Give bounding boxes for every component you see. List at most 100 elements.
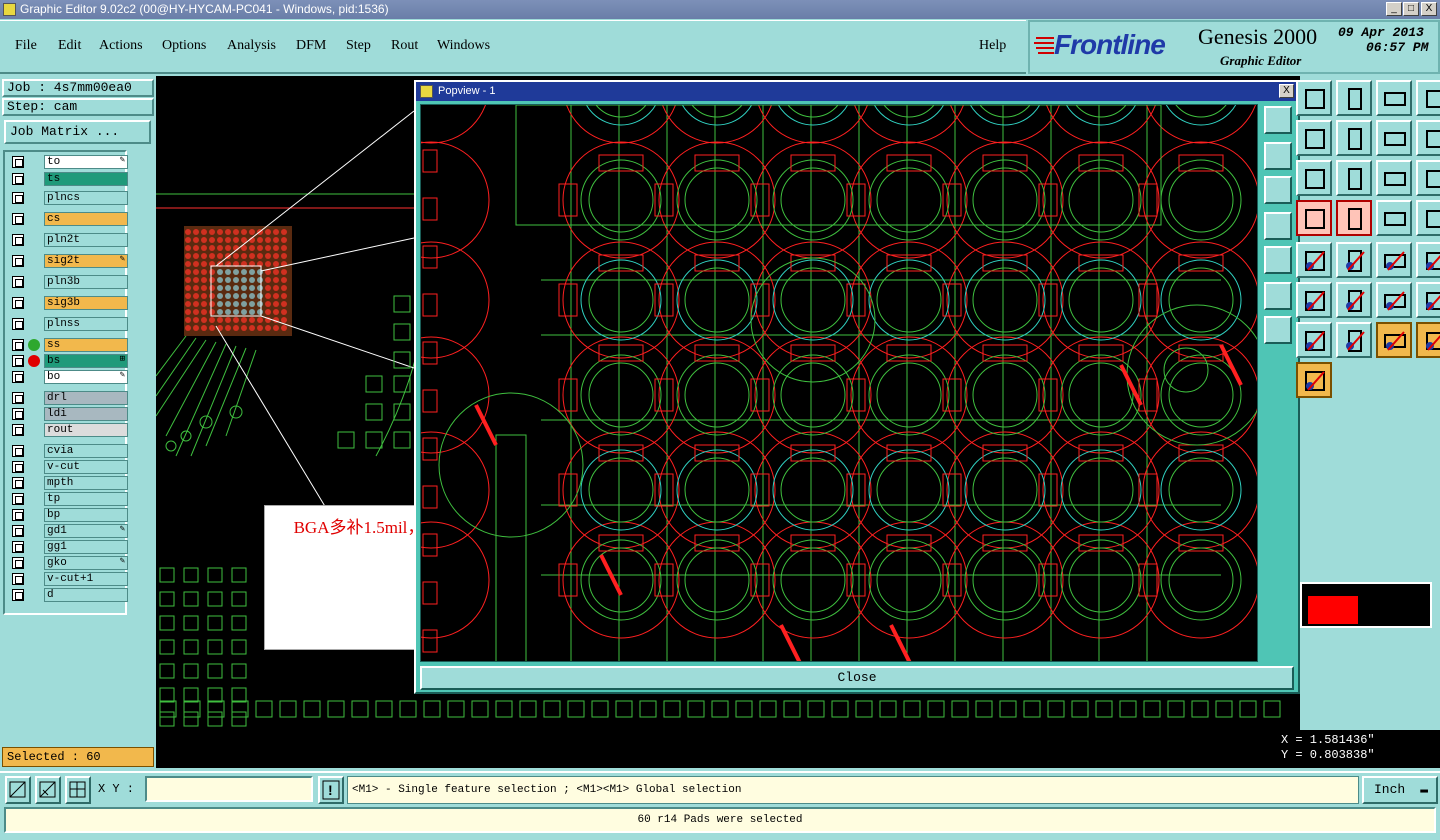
layer-checkbox[interactable] [12, 445, 24, 457]
layer-row-plnss[interactable]: plnss [9, 317, 128, 331]
net-icon[interactable] [1296, 362, 1332, 398]
minimize-button[interactable]: _ [1386, 2, 1402, 16]
layer-checkbox[interactable] [12, 297, 24, 309]
popview-fit-icon[interactable] [1264, 282, 1292, 310]
xy-input[interactable] [145, 776, 313, 802]
layer-name[interactable]: bp [44, 508, 128, 522]
layer-name[interactable]: plnss [44, 317, 128, 331]
layer-name[interactable]: gko [44, 556, 128, 570]
layer-name[interactable]: drl [44, 391, 128, 405]
layer-checkbox[interactable] [12, 573, 24, 585]
layer-checkbox[interactable] [12, 557, 24, 569]
layer-row-gg1[interactable]: gg1 [9, 540, 128, 554]
pad-icon[interactable] [1416, 200, 1440, 236]
popview-zoom-icon[interactable] [1264, 106, 1292, 134]
layer-checkbox[interactable] [12, 355, 24, 367]
layer-checkbox[interactable] [12, 589, 24, 601]
menu-analysis[interactable]: Analysis [227, 38, 276, 54]
measure-icon[interactable] [35, 776, 61, 804]
transfer-icon[interactable] [1336, 120, 1372, 156]
layer-row-tp[interactable]: tp [9, 492, 128, 506]
layer-name[interactable]: pln3b [44, 275, 128, 289]
layer-name[interactable]: mpth [44, 476, 128, 490]
menu-dfm[interactable]: DFM [296, 38, 326, 54]
layer-row-cs[interactable]: cs [9, 212, 128, 226]
layer-row-sig3b[interactable]: sig3b [9, 296, 128, 310]
layer-checkbox[interactable] [12, 477, 24, 489]
menu-edit[interactable]: Edit [58, 38, 81, 54]
layer-name[interactable]: gg1 [44, 540, 128, 554]
slot-icon[interactable] [1416, 242, 1440, 278]
menu-help[interactable]: Help [979, 38, 1006, 54]
layer-name[interactable]: v-cut [44, 460, 128, 474]
triangle-cross-icon[interactable] [1336, 322, 1372, 358]
fit-icon[interactable] [1296, 160, 1332, 196]
window-icon[interactable] [1416, 80, 1440, 116]
layer-checkbox[interactable] [12, 318, 24, 330]
triangle-icon[interactable] [1416, 282, 1440, 318]
layer-row-bs[interactable]: bs ⊞ [9, 354, 128, 368]
layer-row-ldi[interactable]: ldi [9, 407, 128, 421]
layer-display-dot-icon[interactable] [28, 339, 40, 351]
zoom-area-icon[interactable] [5, 776, 31, 804]
layer-checkbox[interactable] [12, 276, 24, 288]
layer-row-gko[interactable]: gko ✎ [9, 556, 128, 570]
layer-checkbox[interactable] [12, 156, 24, 168]
layer-name[interactable]: bo [44, 370, 128, 384]
grid-icon[interactable] [1416, 160, 1440, 196]
layer-name[interactable]: rout [44, 423, 128, 437]
line-icon[interactable] [1336, 242, 1372, 278]
popview-down-icon[interactable] [1264, 176, 1292, 204]
layer-name[interactable]: to [44, 155, 128, 169]
layer-checkbox[interactable] [12, 408, 24, 420]
layer-name[interactable]: pln2t [44, 233, 128, 247]
layer-row-v-cut[interactable]: v-cut [9, 460, 128, 474]
arc-icon[interactable] [1376, 242, 1412, 278]
layer-checkbox[interactable] [12, 234, 24, 246]
layer-name[interactable]: v-cut+1 [44, 572, 128, 586]
layer-checkbox[interactable] [12, 192, 24, 204]
select2-icon[interactable] [1416, 322, 1440, 358]
popview-canvas[interactable] [420, 104, 1258, 662]
popview-right-icon[interactable] [1264, 246, 1292, 274]
menu-file[interactable]: File [15, 38, 37, 54]
layer-checkbox[interactable] [12, 255, 24, 267]
layer-name[interactable]: gd1 [44, 524, 128, 538]
pad-ring-icon[interactable] [1376, 282, 1412, 318]
layer-name[interactable]: bs [44, 354, 128, 368]
measure-icon[interactable] [1296, 282, 1332, 318]
popview-close-x-button[interactable]: X [1279, 84, 1294, 98]
layer-checkbox[interactable] [12, 525, 24, 537]
layer-name[interactable]: sig2t [44, 254, 128, 268]
popview-center-icon[interactable] [1264, 316, 1292, 344]
popview-left-icon[interactable] [1264, 212, 1292, 240]
layer-row-v-cut+1[interactable]: v-cut+1 [9, 572, 128, 586]
popview-up-icon[interactable] [1264, 142, 1292, 170]
layer-row-sig2t[interactable]: sig2t ✎ [9, 254, 128, 268]
grid-snap-icon[interactable] [65, 776, 91, 804]
layer-red2-icon[interactable] [1336, 200, 1372, 236]
layer-row-pln2t[interactable]: pln2t [9, 233, 128, 247]
menu-step[interactable]: Step [346, 38, 371, 54]
zoom-home-icon[interactable] [1296, 80, 1332, 116]
layer-name[interactable]: ss [44, 338, 128, 352]
layer-checkbox[interactable] [12, 461, 24, 473]
layer-name[interactable]: sig3b [44, 296, 128, 310]
triangle-outline-icon[interactable] [1296, 322, 1332, 358]
help-icon[interactable] [1376, 160, 1412, 196]
screen-fit-icon[interactable] [1336, 80, 1372, 116]
layer-checkbox[interactable] [12, 339, 24, 351]
layer-checkbox[interactable] [12, 493, 24, 505]
select-icon[interactable] [1376, 322, 1412, 358]
layer-checkbox[interactable] [12, 541, 24, 553]
layer-checkbox[interactable] [12, 371, 24, 383]
layer-name[interactable]: plncs [44, 191, 128, 205]
current-color-swatch[interactable] [1308, 596, 1358, 624]
menu-actions[interactable]: Actions [99, 38, 143, 54]
alert-icon[interactable]: ! [318, 776, 344, 804]
cross-icon[interactable] [1296, 242, 1332, 278]
ruler-icon[interactable] [1376, 200, 1412, 236]
ratio-icon[interactable] [1336, 160, 1372, 196]
layer-row-bp[interactable]: bp [9, 508, 128, 522]
home-icon[interactable] [1376, 80, 1412, 116]
